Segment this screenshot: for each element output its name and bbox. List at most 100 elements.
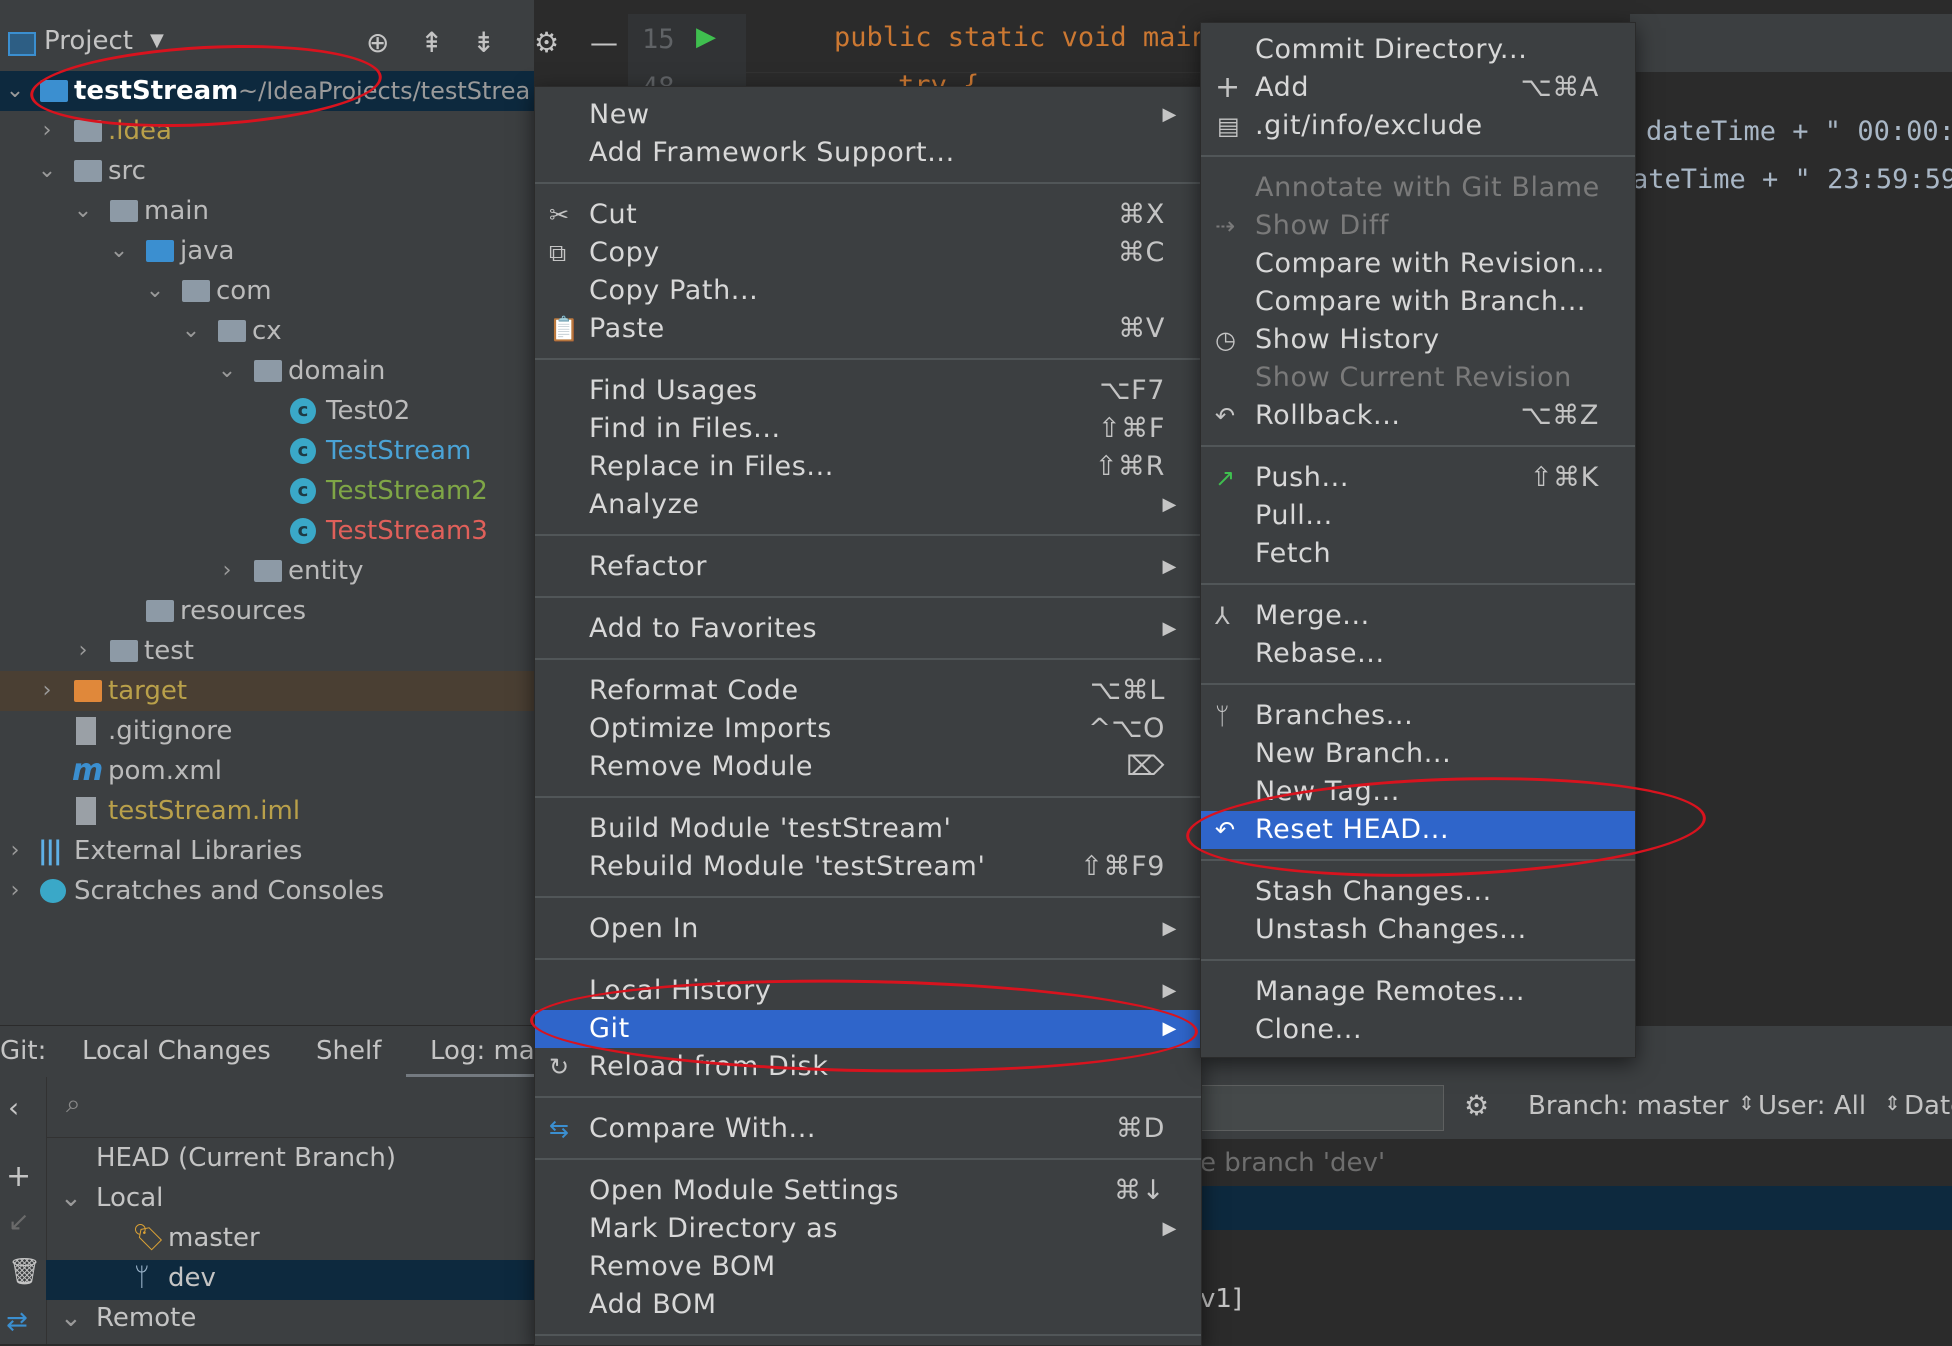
date-filter[interactable]: Date (1904, 1091, 1952, 1121)
branch-search[interactable]: ⌕ (46, 1077, 534, 1138)
menu-item-unstash-changes[interactable]: Unstash Changes... (1201, 911, 1635, 949)
tree-row-teststream3[interactable]: c TestStream3 (0, 511, 534, 551)
remote-branches-group[interactable]: Remote (96, 1303, 196, 1333)
menu-item-copy[interactable]: ⧉ Copy ⌘C (535, 234, 1201, 272)
menu-item-refactor[interactable]: Refactor ▶ (535, 548, 1201, 586)
menu-item-manage-remotes[interactable]: Manage Remotes... (1201, 973, 1635, 1011)
chevron-down-icon[interactable]: ⌄ (104, 231, 134, 271)
tab-log[interactable]: Log: ma (430, 1036, 535, 1066)
menu-item-reformat-code[interactable]: Reformat Code ⌥⌘L (535, 672, 1201, 710)
tree-row-gitignore[interactable]: .gitignore (0, 711, 534, 751)
menu-item-rebuild-module[interactable]: Rebuild Module 'testStream' ⇧⌘F9 (535, 848, 1201, 886)
branch-dev-row[interactable] (46, 1260, 534, 1300)
collapse-all-icon[interactable]: ⇟ (472, 26, 495, 59)
local-branches-group[interactable]: Local (96, 1183, 163, 1213)
chevron-down-icon[interactable]: ▼ (150, 30, 164, 51)
tree-row-resources[interactable]: resources (0, 591, 534, 631)
menu-item-new-branch[interactable]: New Branch... (1201, 735, 1635, 773)
tree-row-cx[interactable]: ⌄ cx (0, 311, 534, 351)
expand-all-icon[interactable]: ⇞ (420, 26, 443, 59)
menu-item-optimize-imports[interactable]: Optimize Imports ^⌥O (535, 710, 1201, 748)
tree-row-com[interactable]: ⌄ com (0, 271, 534, 311)
tree-row-java[interactable]: ⌄ java (0, 231, 534, 271)
gear-icon[interactable]: ⚙ (1464, 1089, 1489, 1122)
menu-item-compare-with-branch[interactable]: Compare with Branch... (1201, 283, 1635, 321)
chevron-down-icon[interactable]: ⌄ (0, 71, 30, 111)
chevron-down-icon[interactable]: ⌄ (68, 191, 98, 231)
checkout-icon[interactable]: ↙ (8, 1207, 30, 1237)
hide-icon[interactable]: — (590, 26, 618, 59)
tab-local-changes[interactable]: Local Changes (82, 1036, 271, 1066)
selected-commit-row[interactable] (1200, 1186, 1952, 1230)
code-line[interactable]: ateTime + " 23:59:59 (1632, 164, 1952, 195)
tree-row-scratches[interactable]: › Scratches and Consoles (0, 871, 534, 911)
menu-item-new[interactable]: New ▶ (535, 96, 1201, 134)
chevron-right-icon[interactable]: › (212, 551, 242, 591)
compare-icon[interactable]: ⇄ (6, 1307, 28, 1337)
chevron-down-icon[interactable]: ⌄ (60, 1303, 82, 1333)
menu-item-merge[interactable]: ⅄ Merge... (1201, 597, 1635, 635)
chevron-right-icon[interactable]: › (0, 831, 30, 871)
delete-icon[interactable]: 🗑 (8, 1257, 41, 1287)
menu-item-remove-module[interactable]: Remove Module ⌦ (535, 748, 1201, 786)
tree-row-teststream[interactable]: c TestStream (0, 431, 534, 471)
menu-item-compare-with-revision[interactable]: Compare with Revision... (1201, 245, 1635, 283)
back-icon[interactable]: ‹ (8, 1091, 19, 1124)
tree-row-test[interactable]: › test (0, 631, 534, 671)
plus-icon[interactable]: + (6, 1159, 31, 1194)
gear-icon[interactable]: ⚙ (534, 26, 559, 59)
user-filter[interactable]: User: All (1758, 1091, 1866, 1121)
menu-item-copy-path[interactable]: Copy Path... (535, 272, 1201, 310)
menu-item-open-in[interactable]: Open In ▶ (535, 910, 1201, 948)
menu-item-paste[interactable]: 📋 Paste ⌘V (535, 310, 1201, 348)
project-title[interactable]: Project (44, 26, 133, 56)
menu-item-cut[interactable]: ✂ Cut ⌘X (535, 196, 1201, 234)
menu-item-open-module-settings[interactable]: Open Module Settings ⌘↓ (535, 1172, 1201, 1210)
tree-row-target[interactable]: › target (0, 671, 534, 711)
tree-row-src[interactable]: ⌄ src (0, 151, 534, 191)
code-line[interactable]: dateTime + " 00:00: (1646, 116, 1952, 147)
menu-item-clone[interactable]: Clone... (1201, 1011, 1635, 1049)
run-icon[interactable]: ▶ (696, 22, 716, 52)
menu-item-commit-directory[interactable]: Commit Directory... (1201, 31, 1635, 69)
menu-item-push[interactable]: ↗ Push... ⇧⌘K (1201, 459, 1635, 497)
menu-item-find-usages[interactable]: Find Usages ⌥F7 (535, 372, 1201, 410)
chevron-right-icon[interactable]: › (32, 111, 62, 151)
menu-item-branches[interactable]: ᛘ Branches... (1201, 697, 1635, 735)
menu-item-show-history[interactable]: ◷ Show History (1201, 321, 1635, 359)
menu-item-fetch[interactable]: Fetch (1201, 535, 1635, 573)
menu-item-remove-bom[interactable]: Remove BOM (535, 1248, 1201, 1286)
head-current-branch[interactable]: HEAD (Current Branch) (96, 1143, 396, 1173)
branch-master[interactable]: master (168, 1223, 260, 1253)
tree-row-external-libraries[interactable]: › ||| External Libraries (0, 831, 534, 871)
chevron-down-icon[interactable]: ⌄ (212, 351, 242, 391)
tree-row-main[interactable]: ⌄ main (0, 191, 534, 231)
chevron-down-icon[interactable]: ⌄ (140, 271, 170, 311)
menu-item-replace-in-files[interactable]: Replace in Files... ⇧⌘R (535, 448, 1201, 486)
tree-row-test02[interactable]: c Test02 (0, 391, 534, 431)
code-line[interactable]: public static void main (834, 22, 1208, 53)
menu-item-compare-with[interactable]: ⇆ Compare With... ⌘D (535, 1110, 1201, 1148)
log-search-input[interactable] (1200, 1085, 1444, 1131)
menu-item-add-to-favorites[interactable]: Add to Favorites ▶ (535, 610, 1201, 648)
menu-item-git-exclude[interactable]: ▤ .git/info/exclude (1201, 107, 1635, 145)
menu-item-pull[interactable]: Pull... (1201, 497, 1635, 535)
tree-row-teststream2[interactable]: c TestStream2 (0, 471, 534, 511)
tab-shelf[interactable]: Shelf (316, 1036, 381, 1066)
menu-item-add[interactable]: + Add ⌥⌘A (1201, 69, 1635, 107)
tree-row-domain[interactable]: ⌄ domain (0, 351, 534, 391)
menu-item-find-in-files[interactable]: Find in Files... ⇧⌘F (535, 410, 1201, 448)
branch-dev[interactable]: dev (168, 1263, 216, 1293)
menu-item-analyze[interactable]: Analyze ▶ (535, 486, 1201, 524)
menu-item-add-framework[interactable]: Add Framework Support... (535, 134, 1201, 172)
chevron-down-icon[interactable]: ⌄ (176, 311, 206, 351)
tree-row-entity[interactable]: › entity (0, 551, 534, 591)
branch-filter[interactable]: Branch: master (1528, 1091, 1728, 1121)
menu-item-add-bom[interactable]: Add BOM (535, 1286, 1201, 1324)
chevron-down-icon[interactable]: ⌄ (60, 1183, 82, 1213)
menu-item-mark-directory-as[interactable]: Mark Directory as ▶ (535, 1210, 1201, 1248)
chevron-right-icon[interactable]: › (68, 631, 98, 671)
chevron-down-icon[interactable]: ⌄ (32, 151, 62, 191)
menu-item-build-module[interactable]: Build Module 'testStream' (535, 810, 1201, 848)
chevron-right-icon[interactable]: › (0, 871, 30, 911)
